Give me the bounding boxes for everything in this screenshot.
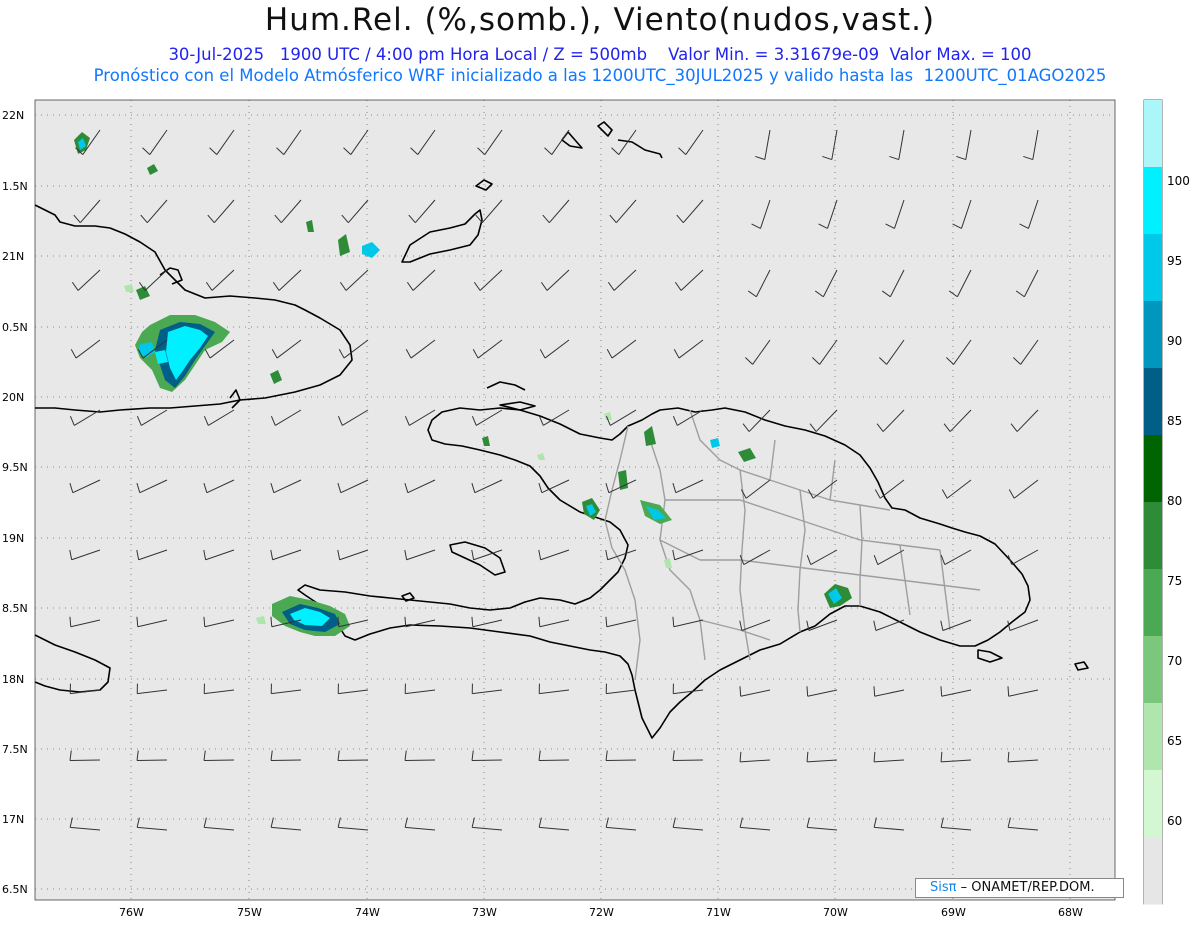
lon-label: 68W bbox=[1058, 906, 1083, 919]
colorbar-label: 75 bbox=[1167, 574, 1182, 588]
colorbar-label: 65 bbox=[1167, 734, 1182, 748]
colorbar-swatch bbox=[1144, 301, 1162, 369]
colorbar-swatch bbox=[1144, 703, 1162, 771]
colorbar-label: 70 bbox=[1167, 654, 1182, 668]
lat-labels: 22N 1.5N 21N 0.5N 20N 9.5N 19N 8.5N 18N … bbox=[2, 109, 28, 896]
lat-label: 18N bbox=[2, 673, 24, 686]
colorbar-swatch bbox=[1144, 368, 1162, 436]
lon-label: 71W bbox=[706, 906, 731, 919]
lat-label: 19N bbox=[2, 532, 24, 545]
lat-label: 20N bbox=[2, 391, 24, 404]
colorbar-label: 95 bbox=[1167, 254, 1182, 268]
color-bar: 100 95 90 85 80 75 70 65 60 bbox=[1143, 99, 1190, 905]
credit-brand: Sisπ bbox=[930, 880, 957, 895]
colorbar-swatch bbox=[1144, 234, 1162, 302]
lat-label: 17N bbox=[2, 813, 24, 826]
colorbar-label: 60 bbox=[1167, 814, 1182, 828]
colorbar-label: 80 bbox=[1167, 494, 1182, 508]
lon-label: 76W bbox=[119, 906, 144, 919]
lon-labels: 76W 75W 74W 73W 72W 71W 70W 69W 68W bbox=[119, 906, 1083, 919]
forecast-map: 22N 1.5N 21N 0.5N 20N 9.5N 19N 8.5N 18N … bbox=[2, 99, 1190, 919]
colorbar-swatch bbox=[1144, 167, 1162, 235]
credit-text: – ONAMET/REP.DOM. bbox=[960, 880, 1095, 895]
colorbar-swatch bbox=[1144, 435, 1162, 503]
colorbar-swatch bbox=[1144, 770, 1162, 838]
lat-label: 0.5N bbox=[2, 321, 28, 334]
lat-label: 8.5N bbox=[2, 602, 28, 615]
lon-label: 73W bbox=[472, 906, 497, 919]
lat-label: 1.5N bbox=[2, 180, 28, 193]
lon-label: 69W bbox=[941, 906, 966, 919]
color-bar-swatches bbox=[1144, 100, 1162, 905]
colorbar-swatch bbox=[1144, 636, 1162, 704]
lat-label: 22N bbox=[2, 109, 24, 122]
lat-label: 9.5N bbox=[2, 461, 28, 474]
credit-box: Sisπ – ONAMET/REP.DOM. bbox=[915, 878, 1124, 898]
colorbar-swatch bbox=[1144, 569, 1162, 637]
colorbar-label: 100 bbox=[1167, 174, 1190, 188]
lon-label: 74W bbox=[355, 906, 380, 919]
lon-label: 70W bbox=[823, 906, 848, 919]
colorbar-swatch bbox=[1144, 502, 1162, 570]
lon-label: 75W bbox=[237, 906, 262, 919]
lon-label: 72W bbox=[589, 906, 614, 919]
colorbar-swatch bbox=[1144, 100, 1162, 168]
colorbar-label: 90 bbox=[1167, 334, 1182, 348]
colorbar-label: 85 bbox=[1167, 414, 1182, 428]
lat-label: 7.5N bbox=[2, 743, 28, 756]
lat-label: 21N bbox=[2, 250, 24, 263]
lat-label: 6.5N bbox=[2, 883, 28, 896]
colorbar-swatch bbox=[1144, 837, 1162, 905]
